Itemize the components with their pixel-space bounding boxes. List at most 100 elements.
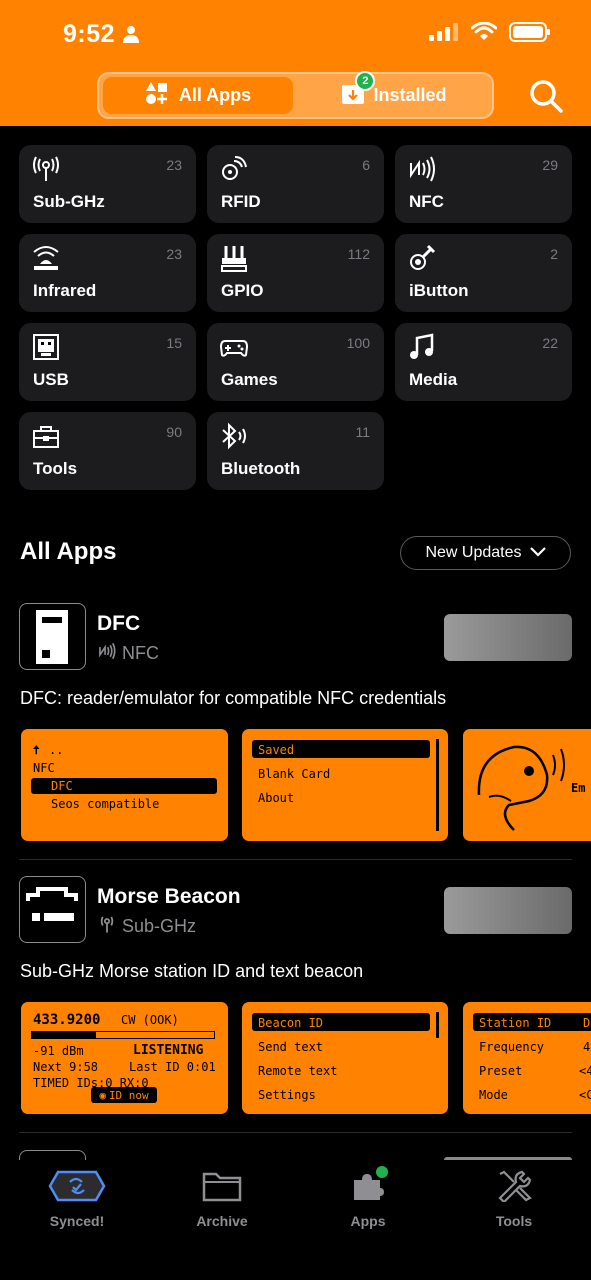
category-usb[interactable]: 15 USB [19, 323, 196, 401]
app-category: NFC [97, 642, 159, 665]
gpio-icon [220, 244, 248, 277]
record-icon: ◉ [99, 1088, 106, 1102]
app-category: Sub-GHz [97, 914, 196, 939]
search-icon[interactable] [528, 78, 564, 119]
shot-value: D [583, 1016, 591, 1030]
category-name: RFID [221, 192, 261, 211]
tab-apps[interactable]: Apps [313, 1164, 423, 1229]
category-media[interactable]: 22 Media [395, 323, 572, 401]
tab-label: Apps [350, 1213, 386, 1229]
app-icon-partial [19, 1150, 86, 1160]
app-screenshot[interactable]: Beacon ID Send text Remote text Settings [242, 1002, 448, 1114]
app-screenshot[interactable]: Saved Blank Card About [242, 729, 448, 841]
app-action-button[interactable] [444, 887, 572, 934]
category-gpio[interactable]: 112 GPIO [207, 234, 384, 312]
nfc-icon [408, 155, 436, 188]
category-name: USB [33, 370, 69, 389]
shot-line: Settings [258, 1088, 316, 1102]
category-count: 112 [347, 246, 370, 262]
category-games[interactable]: 100 Games [207, 323, 384, 401]
shot-scrollbar [436, 739, 439, 831]
shot-line: DFC [51, 779, 73, 793]
wifi-icon [470, 21, 498, 47]
tab-tools[interactable]: Tools [459, 1170, 569, 1229]
category-name: Tools [33, 459, 78, 478]
divider [19, 1132, 572, 1133]
category-name: iButton [409, 281, 469, 300]
tab-bar: Synced! Archive Apps Tools [0, 1160, 591, 1280]
shot-line: Station ID [479, 1016, 552, 1030]
shot-line: .. [49, 743, 64, 757]
tab-archive[interactable]: Archive [167, 1170, 277, 1229]
category-ibutton[interactable]: 2 iButton [395, 234, 572, 312]
app-description: DFC: reader/emulator for compatible NFC … [20, 688, 447, 708]
app-action-button[interactable] [444, 614, 572, 661]
app-screenshot[interactable]: 433.9200 CW (OOK) -91 dBm LISTENING Next… [21, 1002, 228, 1114]
device-synced-icon [48, 1170, 106, 1207]
tab-all-apps[interactable]: All Apps [103, 77, 293, 114]
category-name: Media [409, 370, 458, 389]
category-name: GPIO [221, 281, 264, 300]
id-now-button: ◉ ID now [91, 1087, 157, 1103]
shot-line: Preset [479, 1064, 523, 1078]
category-sub-ghz[interactable]: 23 Sub-GHz [19, 145, 196, 223]
signal-meter [31, 1031, 215, 1039]
shot-line: Send text [258, 1040, 324, 1054]
category-count: 23 [166, 157, 182, 173]
tab-installed[interactable]: 2 Installed [299, 71, 489, 114]
app-screenshot[interactable]: 🠅 .. NFC DFC Seos compatible [21, 729, 228, 841]
shot-line: Seos compatible [51, 797, 160, 811]
tab-synced[interactable]: Synced! [22, 1170, 132, 1229]
shot-line: Frequency [479, 1040, 545, 1054]
divider [19, 859, 572, 860]
toolbox-icon [32, 422, 60, 455]
shot-line: Remote text [258, 1064, 338, 1078]
shot-line: -91 dBm [33, 1044, 84, 1058]
section-title: All Apps [20, 538, 117, 565]
shot-line: Blank Card [258, 767, 331, 781]
tab-label: Archive [196, 1213, 248, 1229]
up-arrow-icon: 🠅 [33, 743, 40, 757]
battery-icon [509, 22, 551, 47]
signal-icon [429, 23, 459, 46]
category-name: NFC [409, 192, 444, 211]
status-indicators [429, 21, 551, 47]
puzzle-icon [350, 1164, 390, 1207]
category-count: 2 [550, 246, 558, 262]
category-count: 11 [355, 424, 370, 440]
category-tools[interactable]: 90 Tools [19, 412, 196, 490]
usb-skull-icon [32, 333, 60, 366]
infrared-icon [32, 244, 60, 277]
shot-line: About [258, 791, 295, 805]
antenna-icon [32, 155, 60, 188]
category-infrared[interactable]: 23 Infrared [19, 234, 196, 312]
app-screenshot[interactable]: Station ID D Frequency 4 Preset <4 Mode … [463, 1002, 591, 1114]
filter-dropdown[interactable]: New Updates [400, 536, 571, 570]
category-rfid[interactable]: 6 RFID [207, 145, 384, 223]
shot-line: CW (OOK) [121, 1013, 179, 1027]
app-name[interactable]: DFC [97, 612, 140, 636]
category-count: 6 [362, 157, 370, 173]
antenna-icon [97, 914, 117, 939]
update-dot [374, 1164, 390, 1180]
app-icon-dfc[interactable] [19, 603, 86, 670]
tab-installed-label: Installed [373, 85, 447, 105]
wrench-screwdriver-icon [496, 1170, 532, 1207]
app-name[interactable]: Morse Beacon [97, 885, 241, 909]
filter-label: New Updates [425, 544, 522, 561]
category-bluetooth[interactable]: 11 Bluetooth [207, 412, 384, 490]
app-description: Sub-GHz Morse station ID and text beacon [20, 961, 364, 981]
status-time: 9:52 [63, 20, 116, 48]
category-count: 90 [166, 424, 182, 440]
app-category-label: NFC [122, 643, 159, 663]
folder-icon [202, 1170, 242, 1207]
shot-line: Last ID 0:01 [129, 1060, 216, 1074]
app-icon-morse-beacon[interactable] [19, 876, 86, 943]
category-count: 23 [166, 246, 182, 262]
category-name: Games [221, 370, 278, 389]
category-nfc[interactable]: 29 NFC [395, 145, 572, 223]
shot-value: <C [579, 1088, 591, 1102]
app-screenshot[interactable]: Em [463, 729, 591, 841]
tab-label: Synced! [49, 1213, 105, 1229]
person-icon [122, 25, 140, 48]
